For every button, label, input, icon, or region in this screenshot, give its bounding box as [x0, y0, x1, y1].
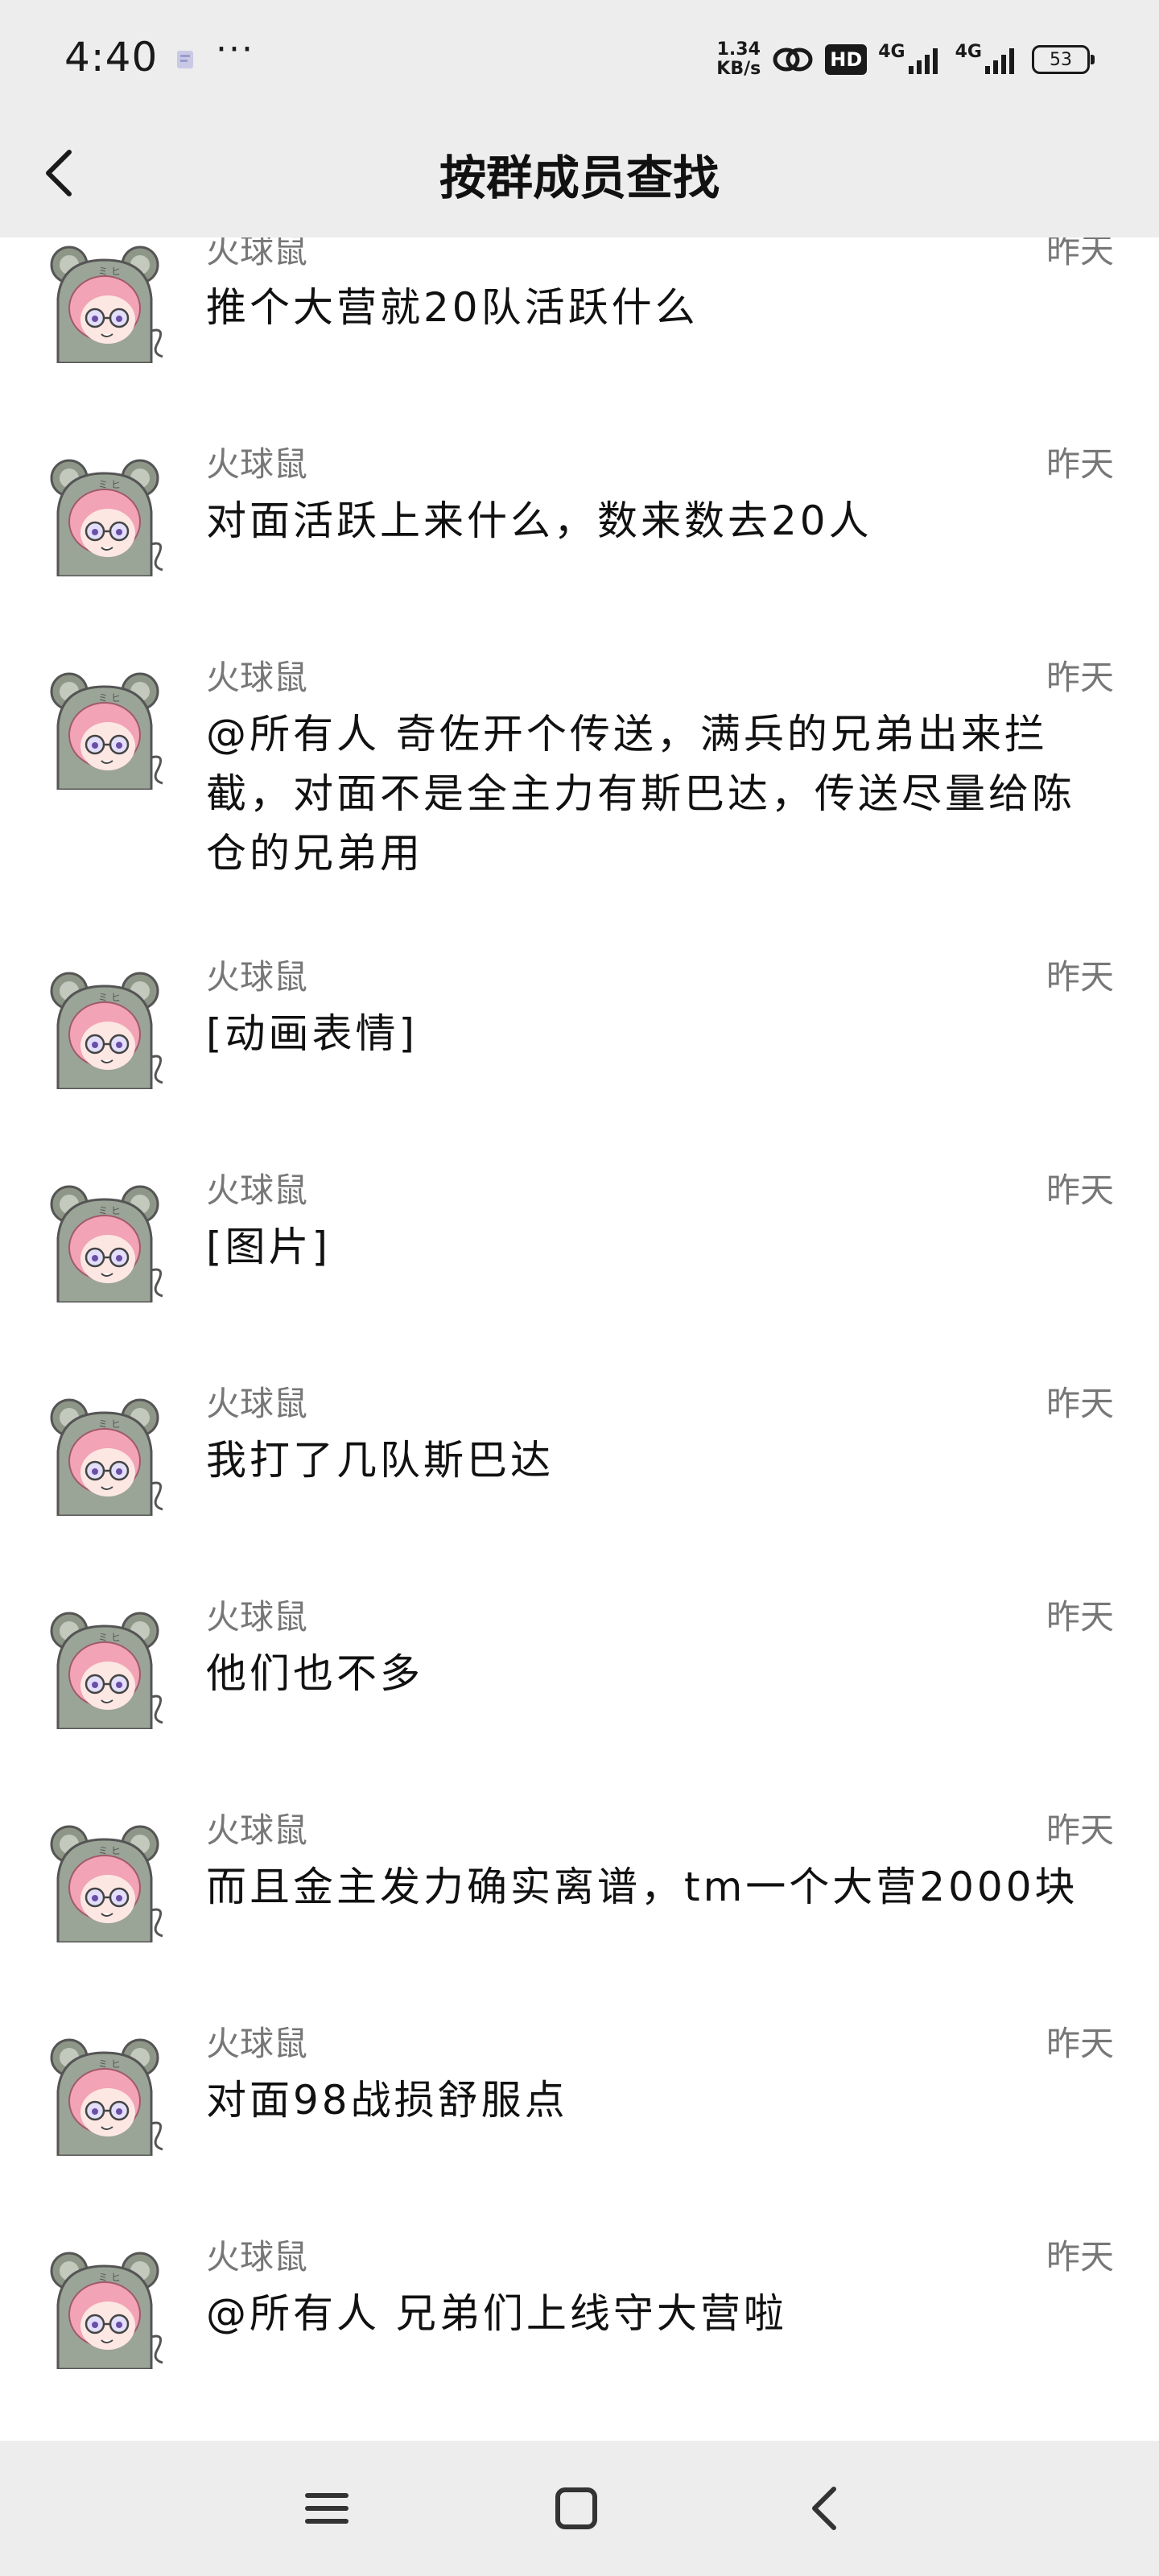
sender-name: 火球鼠 [206, 2024, 308, 2063]
message-time: 昨天 [1046, 1170, 1114, 1210]
menu-button[interactable] [295, 2476, 359, 2541]
avatar[interactable] [45, 968, 166, 1089]
network-speed: 1.34 KB/s [716, 40, 761, 79]
battery-level: 53 [1050, 49, 1072, 70]
signal-indicator-1: 4G [878, 43, 943, 76]
message-list[interactable]: 火球鼠 昨天 推个大营就20队活跃什么 火球鼠 昨天 对面活跃上来什么，数来数去… [0, 237, 1159, 2439]
avatar[interactable] [45, 1395, 166, 1516]
network-speed-value: 1.34 [716, 39, 761, 60]
signal-icon [908, 48, 938, 74]
message-time: 昨天 [1046, 444, 1114, 484]
message-time: 昨天 [1046, 237, 1114, 270]
network-type-label: 4G [878, 42, 905, 62]
message-text: @所有人 兄弟们上线守大营啦 [206, 2290, 787, 2337]
avatar[interactable] [45, 1822, 166, 1942]
avatar[interactable] [45, 1182, 166, 1302]
hd-icon: HD [825, 44, 868, 75]
navigation-bar [0, 2441, 1159, 2576]
sender-name: 火球鼠 [206, 1170, 308, 1210]
network-speed-unit: KB/s [716, 59, 761, 79]
home-icon [555, 2487, 597, 2529]
message-time: 昨天 [1046, 2024, 1114, 2063]
message-time: 昨天 [1046, 2237, 1114, 2277]
status-bar: 4:40 ··· 1.34 KB/s HD 4G 4G 53 [0, 0, 1159, 113]
status-icons: 1.34 KB/s HD 4G 4G 53 [716, 37, 1095, 82]
sender-name: 火球鼠 [206, 1810, 308, 1850]
signal-indicator-2: 4G [955, 43, 1021, 76]
avatar[interactable] [45, 2248, 166, 2369]
signal-icon [985, 48, 1014, 74]
sender-name: 火球鼠 [206, 444, 308, 484]
avatar[interactable] [45, 1608, 166, 1729]
message-text: 对面98战损舒服点 [206, 2077, 568, 2124]
system-back-button[interactable] [794, 2476, 858, 2541]
message-text: 对面活跃上来什么，数来数去20人 [206, 497, 872, 544]
link-icon [773, 47, 813, 72]
message-time: 昨天 [1046, 658, 1114, 697]
more-dots: ··· [216, 29, 254, 70]
message-text: 推个大营就20队活跃什么 [206, 284, 699, 331]
network-type-label: 4G [955, 42, 982, 62]
sender-name: 火球鼠 [206, 237, 308, 270]
message-time: 昨天 [1046, 1597, 1114, 1637]
avatar[interactable] [45, 242, 166, 363]
page-title: 按群成员查找 [439, 151, 720, 205]
battery-icon: 53 [1032, 45, 1095, 74]
home-button[interactable] [544, 2476, 608, 2541]
notification-icon [177, 51, 193, 68]
sender-name: 火球鼠 [206, 658, 308, 697]
sender-name: 火球鼠 [206, 957, 308, 997]
avatar[interactable] [45, 456, 166, 576]
message-time: 昨天 [1046, 1810, 1114, 1850]
sender-name: 火球鼠 [206, 1384, 308, 1423]
menu-icon [305, 2493, 349, 2524]
message-text: @所有人 奇佐开个传送，满兵的兄弟出来拦截，对面不是全主力有斯巴达，传送尽量给陈… [206, 711, 1075, 877]
avatar[interactable] [45, 2035, 166, 2156]
message-text: 我打了几队斯巴达 [206, 1437, 554, 1484]
sender-name: 火球鼠 [206, 2237, 308, 2277]
message-time: 昨天 [1046, 1384, 1114, 1423]
avatar[interactable] [45, 669, 166, 790]
sender-name: 火球鼠 [206, 1597, 308, 1637]
message-text: [图片] [206, 1224, 332, 1270]
header-bar: 按群成员查找 [0, 113, 1159, 237]
message-text: 他们也不多 [206, 1650, 423, 1697]
back-icon [812, 2487, 836, 2530]
message-text: 而且金主发力确实离谱，tm一个大营2000块 [206, 1864, 1079, 1910]
status-time: 4:40 [64, 34, 159, 80]
message-time: 昨天 [1046, 957, 1114, 997]
message-text: [动画表情] [206, 1010, 419, 1057]
